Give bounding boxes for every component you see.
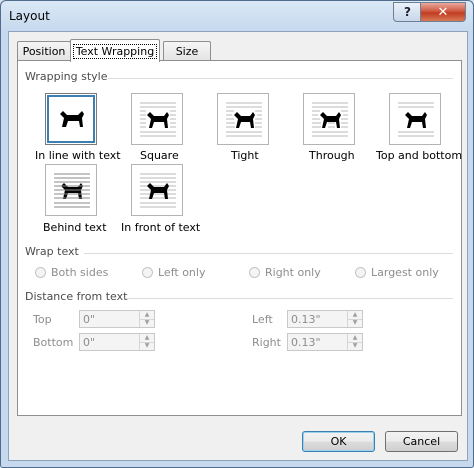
tab-size[interactable]: Size: [163, 41, 211, 61]
radio-right-only-label: Right only: [265, 266, 321, 279]
cancel-button[interactable]: Cancel: [385, 431, 458, 452]
divider: [126, 298, 453, 299]
tab-position-label: Position: [22, 45, 66, 58]
tab-position[interactable]: Position: [17, 41, 71, 61]
wrapping-style-heading: Wrapping style: [25, 70, 108, 83]
wrap-square-button[interactable]: [131, 93, 183, 145]
radio-largest-only-label: Largest only: [371, 266, 439, 279]
through-wrap-icon: [312, 102, 348, 137]
behind-text-icon: [54, 173, 90, 208]
wrap-through-button[interactable]: [303, 93, 355, 145]
wrap-top-bottom-button[interactable]: [389, 93, 441, 145]
radio-dot: [355, 267, 366, 278]
bottom-label: Bottom: [33, 336, 74, 349]
layout-dialog: Layout ? ✕ Position Text Wrapping Size W…: [0, 0, 474, 468]
top-label: Top: [33, 313, 52, 326]
wrap-through-label: Through: [309, 149, 355, 162]
in-front-of-text-icon: [140, 173, 176, 208]
right-value: 0.13": [291, 336, 321, 349]
radio-both-sides[interactable]: Both sides: [35, 266, 108, 279]
tab-text-wrapping-label: Text Wrapping: [72, 43, 158, 59]
radio-dot: [35, 267, 46, 278]
close-button[interactable]: ✕: [420, 2, 466, 22]
radio-dot: [249, 267, 260, 278]
wrap-text-heading: Wrap text: [25, 245, 79, 258]
ok-button[interactable]: OK: [302, 431, 375, 452]
top-value: 0": [83, 313, 96, 326]
spin-down-icon[interactable]: ▼: [347, 342, 362, 350]
wrap-square-label: Square: [140, 149, 179, 162]
square-wrap-icon: [140, 102, 176, 137]
wrap-inline-label: In line with text: [35, 149, 121, 162]
spin-down-icon[interactable]: ▼: [347, 319, 362, 327]
right-spinner[interactable]: 0.13" ▲ ▼: [287, 333, 363, 351]
spin-down-icon[interactable]: ▼: [139, 342, 154, 350]
tight-wrap-icon: [226, 102, 262, 137]
bottom-value: 0": [83, 336, 96, 349]
dialog-client: Position Text Wrapping Size Wrapping sty…: [8, 31, 468, 461]
radio-left-only-label: Left only: [158, 266, 206, 279]
tab-size-label: Size: [175, 45, 199, 58]
wrap-inline-button[interactable]: [45, 93, 97, 145]
spin-down-icon[interactable]: ▼: [139, 319, 154, 327]
window-title: Layout: [9, 9, 50, 23]
left-value: 0.13": [291, 313, 321, 326]
radio-both-sides-label: Both sides: [51, 266, 109, 279]
radio-dot: [142, 267, 153, 278]
radio-left-only[interactable]: Left only: [142, 266, 205, 279]
radio-largest-only[interactable]: Largest only: [355, 266, 439, 279]
inline-wrap-icon: [60, 111, 84, 127]
left-spinner[interactable]: 0.13" ▲ ▼: [287, 310, 363, 328]
divider: [108, 78, 453, 79]
wrap-in-front-button[interactable]: [131, 164, 183, 216]
left-label: Left: [252, 313, 273, 326]
distance-heading: Distance from text: [25, 290, 128, 303]
top-bottom-wrap-icon: [398, 102, 434, 137]
wrap-top-bottom-label: Top and bottom: [376, 149, 463, 162]
wrap-behind-label: Behind text: [43, 221, 107, 234]
text-wrapping-panel: Wrapping style In line with text Square …: [17, 60, 462, 416]
wrap-tight-label: Tight: [231, 149, 259, 162]
radio-right-only[interactable]: Right only: [249, 266, 321, 279]
wrap-behind-text-button[interactable]: [45, 164, 97, 216]
bottom-spinner[interactable]: 0" ▲ ▼: [79, 333, 155, 351]
divider: [84, 253, 453, 254]
wrap-tight-button[interactable]: [217, 93, 269, 145]
right-label: Right: [252, 336, 281, 349]
tab-text-wrapping[interactable]: Text Wrapping: [70, 39, 160, 62]
help-button[interactable]: ?: [393, 2, 422, 22]
top-spinner[interactable]: 0" ▲ ▼: [79, 310, 155, 328]
wrap-in-front-label: In front of text: [121, 221, 201, 234]
